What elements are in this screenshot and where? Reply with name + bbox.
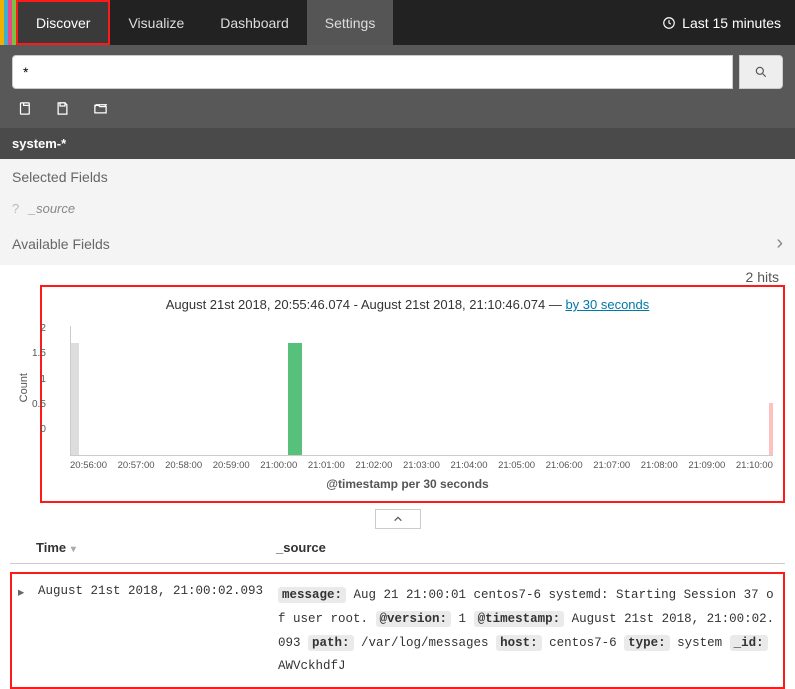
save-icon[interactable] xyxy=(55,101,70,116)
hit-count: 2 hits xyxy=(0,265,795,285)
chart-yaxis: 2 1.5 1 0.5 0 xyxy=(32,323,50,435)
selected-fields-heading: Selected Fields xyxy=(0,159,795,195)
field-item-label: _source xyxy=(29,201,75,216)
index-pattern-bar[interactable]: system-* xyxy=(0,128,795,159)
chart-bar-edge-left xyxy=(71,343,79,455)
chart-xaxis: 20:56:00 20:57:00 20:58:00 20:59:00 21:0… xyxy=(70,460,773,471)
tab-discover[interactable]: Discover xyxy=(16,0,110,45)
chart-plot-area[interactable] xyxy=(70,326,773,456)
chart-title: August 21st 2018, 20:55:46.074 - August … xyxy=(42,297,773,312)
tab-dashboard[interactable]: Dashboard xyxy=(202,0,307,45)
search-button[interactable] xyxy=(739,55,783,89)
column-source[interactable]: _source xyxy=(276,540,779,555)
search-input[interactable] xyxy=(12,55,733,89)
search-icon xyxy=(754,65,768,79)
column-time[interactable]: Time ▾ xyxy=(36,540,276,555)
field-item-source[interactable]: ? _source xyxy=(0,195,795,222)
available-fields-heading: Available Fields xyxy=(12,236,110,252)
search-toolbar xyxy=(0,45,795,128)
table-row: ▸ August 21st 2018, 21:00:02.093 message… xyxy=(12,574,783,683)
chevron-right-icon[interactable]: › xyxy=(776,232,783,255)
expand-row-icon[interactable]: ▸ xyxy=(18,584,38,600)
field-tag-message: message: xyxy=(278,587,346,603)
field-tag-path: path: xyxy=(308,635,354,651)
tab-settings[interactable]: Settings xyxy=(307,0,394,45)
sort-desc-icon: ▾ xyxy=(68,544,76,555)
time-picker-label: Last 15 minutes xyxy=(682,15,781,31)
fields-panel: Selected Fields ? _source Available Fiel… xyxy=(0,159,795,265)
field-tag-version: @version: xyxy=(376,611,452,627)
field-type-unknown-icon: ? xyxy=(12,201,19,216)
open-icon[interactable] xyxy=(92,101,109,116)
field-tag-type: type: xyxy=(624,635,670,651)
chevron-up-icon xyxy=(392,514,404,524)
chart-bar-edge-right xyxy=(769,403,773,455)
histogram-chart: August 21st 2018, 20:55:46.074 - August … xyxy=(40,285,785,503)
chart-bar[interactable] xyxy=(288,343,302,455)
logo-color-strip xyxy=(0,0,16,45)
new-search-icon[interactable] xyxy=(18,101,33,116)
time-picker[interactable]: Last 15 minutes xyxy=(648,0,795,45)
table-header: Time ▾ _source xyxy=(10,532,785,564)
top-nav: Discover Visualize Dashboard Settings La… xyxy=(0,0,795,45)
field-tag-id: _id: xyxy=(730,635,768,651)
tab-visualize[interactable]: Visualize xyxy=(110,0,202,45)
clock-icon xyxy=(662,16,676,30)
results-table: Time ▾ _source xyxy=(10,532,785,564)
chart-xlabel: @timestamp per 30 seconds xyxy=(42,477,773,491)
cell-source: message: Aug 21 21:00:01 centos7-6 syste… xyxy=(278,584,777,679)
field-tag-host: host: xyxy=(496,635,542,651)
results-body: ▸ August 21st 2018, 21:00:02.093 message… xyxy=(10,572,785,689)
collapse-chart-button[interactable] xyxy=(375,509,421,529)
nav-tabs: Discover Visualize Dashboard Settings xyxy=(16,0,393,45)
chart-ylabel: Count xyxy=(16,373,32,402)
interval-link[interactable]: by 30 seconds xyxy=(565,297,649,312)
field-tag-timestamp: @timestamp: xyxy=(474,611,565,627)
cell-time: August 21st 2018, 21:00:02.093 xyxy=(38,584,278,598)
